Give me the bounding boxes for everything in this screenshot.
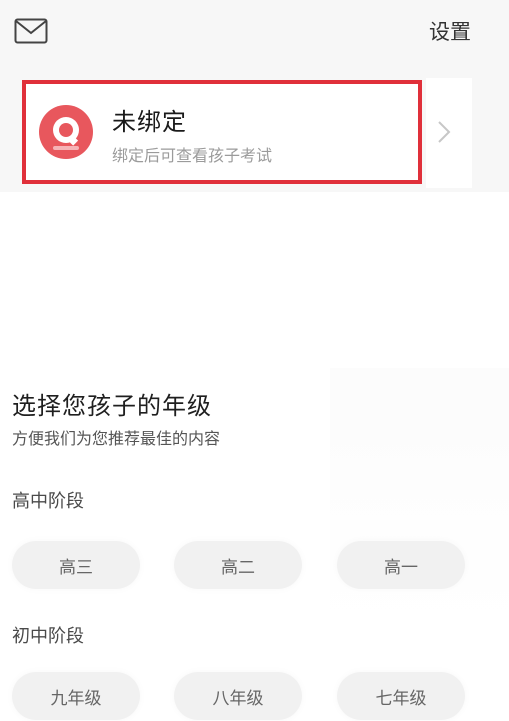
mail-button[interactable] bbox=[14, 18, 48, 44]
bind-status-title: 未绑定 bbox=[112, 108, 187, 136]
mail-icon bbox=[14, 18, 48, 44]
bind-status-subtitle: 绑定后可查看孩子考试 bbox=[112, 146, 273, 165]
settings-button[interactable]: 设置 bbox=[429, 16, 471, 46]
grade-button-senior-1[interactable]: 高一 bbox=[337, 541, 465, 589]
bind-account-card[interactable]: 未绑定 绑定后可查看孩子考试 bbox=[22, 80, 422, 184]
stage-label-middle-school: 初中阶段 bbox=[12, 626, 84, 647]
grade-button-senior-3[interactable]: 高三 bbox=[12, 541, 140, 589]
chevron-right-icon[interactable] bbox=[434, 118, 454, 146]
grade-button-senior-2[interactable]: 高二 bbox=[174, 541, 302, 589]
grade-button-grade-8[interactable]: 八年级 bbox=[174, 672, 302, 720]
grade-section-subtitle: 方便我们为您推荐最佳的内容 bbox=[12, 429, 221, 448]
grade-button-grade-9[interactable]: 九年级 bbox=[12, 672, 140, 720]
app-logo-icon bbox=[39, 105, 93, 159]
grade-section-title: 选择您孩子的年级 bbox=[12, 392, 212, 420]
background-faint-panel bbox=[330, 368, 509, 628]
grade-button-grade-7[interactable]: 七年级 bbox=[337, 672, 465, 720]
stage-label-high-school: 高中阶段 bbox=[12, 491, 84, 512]
